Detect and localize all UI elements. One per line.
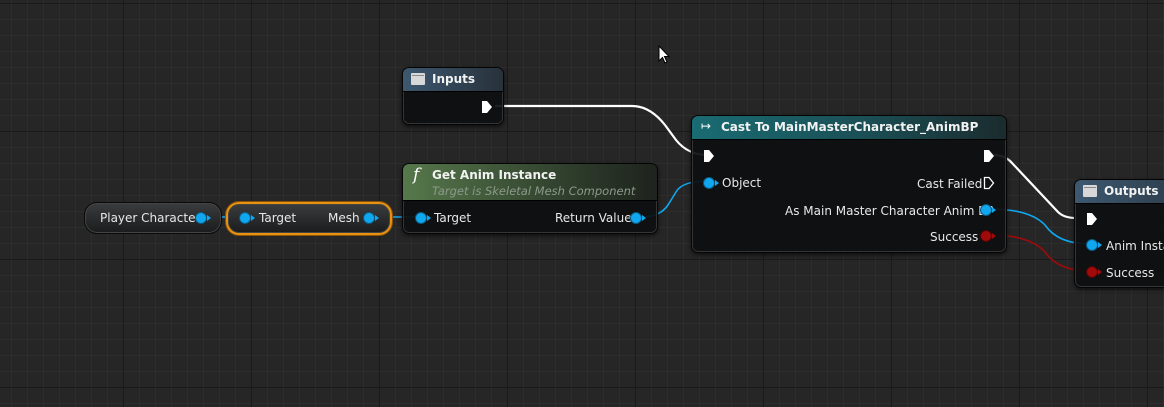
success-output-pin[interactable] xyxy=(1087,267,1102,277)
get-anim-instance-header[interactable]: f Get Anim Instance Target is Skeletal M… xyxy=(403,164,657,201)
inputs-node-header[interactable]: Inputs xyxy=(403,68,503,92)
cast-failed-exec-pin[interactable] xyxy=(983,176,995,190)
exec-wire-inputs-to-cast[interactable] xyxy=(495,104,709,157)
anim-instance-output-label: Anim Insta xyxy=(1106,239,1164,253)
cast-exec-in-pin[interactable] xyxy=(703,149,715,163)
object-input-label: Object xyxy=(722,176,762,190)
return-value-pin[interactable] xyxy=(631,213,646,223)
anim-instance-output-pin[interactable] xyxy=(1087,240,1102,250)
mesh-getter-target-pin[interactable] xyxy=(240,213,255,223)
outputs-node[interactable]: Outputs Anim Insta Success xyxy=(1074,179,1164,288)
inputs-node[interactable]: Inputs xyxy=(402,67,504,125)
player-character-node[interactable]: Player Character xyxy=(84,202,222,234)
target-input-label: Target xyxy=(434,211,472,225)
cast-success-pin[interactable] xyxy=(981,231,996,241)
player-character-pin[interactable] xyxy=(196,213,211,223)
cast-node[interactable]: ↦ Cast To MainMasterCharacter_AnimBP Obj… xyxy=(691,115,1007,253)
return-value-label: Return Value xyxy=(555,211,632,225)
cast-exec-out-pin[interactable] xyxy=(983,149,995,163)
mouse-cursor-icon xyxy=(658,44,671,69)
as-anim-bp-pin[interactable] xyxy=(981,205,996,215)
mesh-getter-node[interactable]: Target Mesh xyxy=(226,202,392,235)
outputs-node-header[interactable]: Outputs xyxy=(1075,180,1164,204)
as-anim-bp-label: As Main Master Character Anim BP xyxy=(785,204,994,218)
mesh-getter-target-label: Target xyxy=(259,211,297,225)
exec-out-pin[interactable] xyxy=(481,100,493,114)
mesh-output-pin[interactable] xyxy=(364,213,379,223)
cast-failed-label: Cast Failed xyxy=(917,177,983,191)
mesh-getter-mesh-label: Mesh xyxy=(328,211,360,225)
object-input-pin[interactable] xyxy=(704,178,719,188)
cast-success-label: Success xyxy=(930,230,979,244)
player-character-label: Player Character xyxy=(100,211,201,225)
outputs-node-title: Outputs xyxy=(1104,184,1159,198)
tunnel-box-icon xyxy=(1083,185,1097,197)
success-output-label: Success xyxy=(1106,266,1155,280)
outputs-exec-in-pin[interactable] xyxy=(1086,212,1098,226)
target-input-pin[interactable] xyxy=(416,213,431,223)
inputs-node-title: Inputs xyxy=(432,72,476,86)
get-anim-instance-subtitle: Target is Skeletal Mesh Component xyxy=(432,184,636,198)
function-f-icon: f xyxy=(413,165,420,185)
get-anim-instance-title: Get Anim Instance xyxy=(432,168,557,182)
tunnel-box-icon xyxy=(411,73,425,85)
cast-node-header[interactable]: ↦ Cast To MainMasterCharacter_AnimBP xyxy=(692,116,1006,140)
get-anim-instance-node[interactable]: f Get Anim Instance Target is Skeletal M… xyxy=(402,163,658,234)
cast-arrow-icon: ↦ xyxy=(701,119,712,133)
cast-node-title: Cast To MainMasterCharacter_AnimBP xyxy=(721,120,979,134)
